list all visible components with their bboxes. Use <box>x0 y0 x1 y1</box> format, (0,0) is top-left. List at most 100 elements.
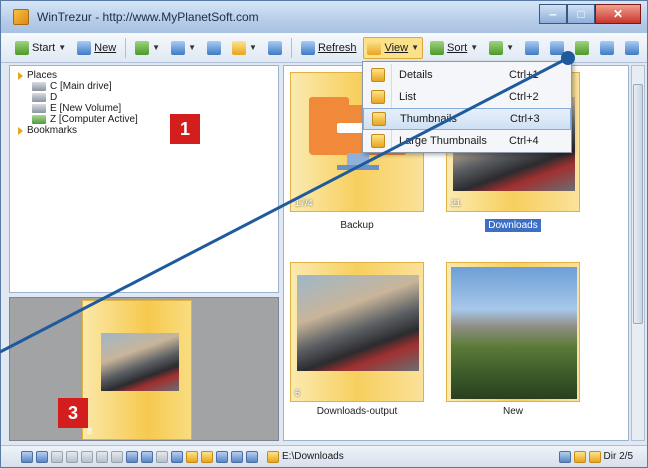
thumbnail-label: Downloads-output <box>290 406 424 417</box>
tree-item-label: C [Main drive] <box>50 81 112 92</box>
tree-item[interactable]: C [Main drive] <box>18 81 278 92</box>
nav-forward-icon[interactable] <box>36 450 48 463</box>
refresh-icon <box>300 40 315 55</box>
folder-tree: Places C [Main drive] D E [New Volume] Z [Co… <box>10 66 278 136</box>
callout-badge-3: 3 <box>58 398 88 428</box>
thumbnail-count: 21 <box>451 198 462 208</box>
new-icon <box>77 40 92 55</box>
triangle-icon <box>18 126 23 135</box>
path-folder-icon <box>267 450 279 463</box>
thumbnail-label-selected: Downloads <box>446 219 580 232</box>
chevron-down-icon: ▼ <box>58 43 67 52</box>
status-bar: E:\Downloads Dir 2/5 <box>1 445 647 467</box>
preview-photo <box>101 333 179 391</box>
details-icon <box>371 68 385 82</box>
fullscreen-icon <box>625 40 640 55</box>
window-controls: ‒ □ ✕ <box>539 4 641 24</box>
menu-item-shortcut: Ctrl+3 <box>510 113 540 125</box>
title-bar[interactable]: WinTrezur - http://www.MyPlanetSoft.com … <box>1 1 647 33</box>
image-icon <box>267 40 282 55</box>
tree-item[interactable]: E [New Volume] <box>18 103 278 114</box>
close-button[interactable]: ✕ <box>595 4 641 24</box>
view-button[interactable]: View ▼ <box>363 36 424 59</box>
delete-icon[interactable] <box>111 450 123 463</box>
thumbnail-label: New <box>446 406 580 417</box>
tree-item[interactable]: Z [Computer Active] <box>18 114 278 125</box>
marker-icon[interactable] <box>573 450 586 463</box>
maximize-button[interactable]: □ <box>567 4 595 24</box>
filter-button[interactable]: ▼ <box>485 37 518 59</box>
start-icon <box>15 40 29 55</box>
menu-item-list[interactable]: List Ctrl+2 <box>363 86 571 108</box>
menu-item-shortcut: Ctrl+1 <box>509 69 539 81</box>
fullscreen-button[interactable] <box>621 37 643 59</box>
gallery-icon[interactable] <box>231 450 243 463</box>
folder-options-icon <box>232 40 247 55</box>
start-button[interactable]: Start ▼ <box>11 37 70 59</box>
chevron-down-icon: ▼ <box>249 43 257 52</box>
menu-item-shortcut: Ctrl+2 <box>509 91 539 103</box>
new-label: New <box>94 41 117 54</box>
split-button[interactable] <box>596 37 618 59</box>
thumbnail-card[interactable]: 6 <box>290 262 424 402</box>
scrollbar-thumb[interactable] <box>633 84 643 324</box>
move-button[interactable]: ▼ <box>167 37 200 59</box>
folder-tree-panel: Places C [Main drive] D E [New Volume] Z [Co… <box>9 65 279 293</box>
split-icon <box>600 40 615 55</box>
minimize-button[interactable]: ‒ <box>539 4 567 24</box>
main-window: WinTrezur - http://www.MyPlanetSoft.com … <box>0 0 648 468</box>
menu-item-label: Thumbnails <box>400 113 457 125</box>
vertical-scrollbar[interactable] <box>631 65 645 441</box>
folder-options-button[interactable]: ▼ <box>228 37 261 59</box>
tree-item-label: D <box>50 92 58 103</box>
refresh-label: Refresh <box>317 41 357 54</box>
slideshow-icon[interactable] <box>246 450 258 463</box>
panel-icon <box>575 40 590 55</box>
layout-button[interactable] <box>546 37 568 59</box>
toolbar-separator <box>290 37 292 58</box>
copy-icon[interactable] <box>66 450 78 463</box>
properties-icon[interactable] <box>141 450 153 463</box>
copy-button[interactable]: ▼ <box>131 37 164 59</box>
dir-folder-icon <box>588 450 601 463</box>
nav-up-icon[interactable] <box>51 450 63 463</box>
tree-item[interactable]: Places <box>18 70 278 81</box>
menu-item-large-thumbnails[interactable]: Large Thumbnails Ctrl+4 <box>363 130 571 152</box>
preview-panel: 8 3 <box>9 297 279 441</box>
refresh-button[interactable]: Refresh <box>297 37 361 59</box>
chevron-down-icon: ▼ <box>411 43 420 52</box>
thumbnail-count: 6 <box>295 388 301 398</box>
folder-button[interactable] <box>203 37 225 59</box>
thumbnail-card[interactable] <box>446 262 580 402</box>
panel-button[interactable] <box>571 37 593 59</box>
nav-back-icon[interactable] <box>21 450 33 463</box>
paste-icon[interactable] <box>96 450 108 463</box>
tree-item[interactable]: D <box>18 92 278 103</box>
menu-item-details[interactable]: Details Ctrl+1 <box>363 64 571 86</box>
list-icon <box>371 90 385 104</box>
view-label: View <box>384 41 409 54</box>
menu-item-thumbnails[interactable]: Thumbnails Ctrl+3 <box>363 108 571 130</box>
tree-item[interactable]: Bookmarks <box>18 125 278 136</box>
sort-button[interactable]: Sort ▼ <box>426 37 482 59</box>
new-button[interactable]: New <box>73 37 120 59</box>
thumbnail-photo <box>297 275 419 371</box>
folder-icon[interactable] <box>186 450 198 463</box>
chevron-down-icon: ▼ <box>506 43 515 52</box>
globe-icon[interactable] <box>156 450 168 463</box>
chevron-down-icon: ▼ <box>188 43 197 52</box>
image-button[interactable] <box>264 37 286 59</box>
tree-item-label: Places <box>27 70 58 81</box>
chevron-down-icon: ▼ <box>152 43 161 52</box>
filter-icon[interactable] <box>558 450 571 463</box>
share-button[interactable] <box>521 37 543 59</box>
cut-icon[interactable] <box>81 450 93 463</box>
view-icon <box>367 40 382 55</box>
app-icon <box>13 9 29 25</box>
rename-icon[interactable] <box>126 450 138 463</box>
info-icon[interactable] <box>171 450 183 463</box>
folder-open-icon[interactable] <box>201 450 213 463</box>
drive-icon <box>32 104 46 113</box>
tree-item-label: Bookmarks <box>27 125 78 136</box>
image-icon[interactable] <box>216 450 228 463</box>
